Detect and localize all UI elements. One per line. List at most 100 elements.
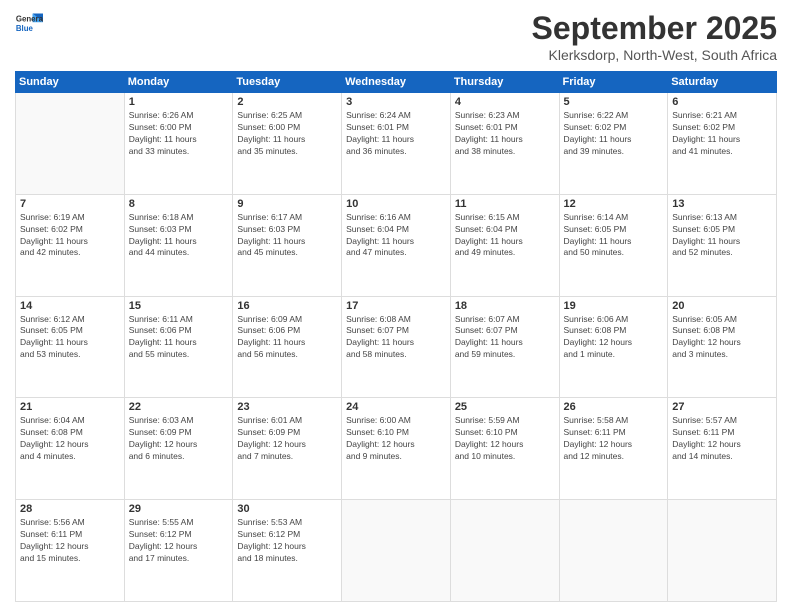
- calendar-cell: 1 Sunrise: 6:26 AMSunset: 6:00 PMDaylight…: [124, 93, 233, 195]
- calendar-cell: [559, 500, 668, 602]
- day-info: Sunrise: 5:53 AMSunset: 6:12 PMDaylight:…: [237, 517, 337, 565]
- header-monday: Monday: [124, 72, 233, 93]
- day-number: 4: [455, 96, 555, 108]
- day-info: Sunrise: 6:15 AMSunset: 6:04 PMDaylight:…: [455, 212, 555, 260]
- calendar-cell: [342, 500, 451, 602]
- day-number: 23: [237, 401, 337, 413]
- day-number: 2: [237, 96, 337, 108]
- day-number: 15: [129, 300, 229, 312]
- day-number: 17: [346, 300, 446, 312]
- logo-icon: General Blue: [15, 10, 43, 38]
- day-info: Sunrise: 6:24 AMSunset: 6:01 PMDaylight:…: [346, 110, 446, 158]
- calendar-cell: 24 Sunrise: 6:00 AMSunset: 6:10 PMDayligh…: [342, 398, 451, 500]
- day-info: Sunrise: 6:18 AMSunset: 6:03 PMDaylight:…: [129, 212, 229, 260]
- month-title: September 2025: [532, 10, 777, 47]
- calendar-cell: 11 Sunrise: 6:15 AMSunset: 6:04 PMDayligh…: [450, 194, 559, 296]
- day-number: 7: [20, 198, 120, 210]
- subtitle: Klerksdorp, North-West, South Africa: [532, 47, 777, 63]
- day-info: Sunrise: 6:11 AMSunset: 6:06 PMDaylight:…: [129, 314, 229, 362]
- calendar-cell: 4Sunrise: 6:23 AMSunset: 6:01 PMDaylight…: [450, 93, 559, 195]
- day-info: Sunrise: 6:04 AMSunset: 6:08 PMDaylight:…: [20, 415, 120, 463]
- day-number: 3: [346, 96, 446, 108]
- day-info: Sunrise: 6:26 AMSunset: 6:00 PMDaylight:…: [129, 110, 229, 158]
- calendar-cell: 19Sunrise: 6:06 AMSunset: 6:08 PMDayligh…: [559, 296, 668, 398]
- day-number: 13: [672, 198, 772, 210]
- day-number: 24: [346, 401, 446, 413]
- calendar-cell: 13 Sunrise: 6:13 AMSunset: 6:05 PMDayligh…: [668, 194, 777, 296]
- calendar-cell: 2 Sunrise: 6:25 AMSunset: 6:00 PMDaylight…: [233, 93, 342, 195]
- day-number: 29: [129, 503, 229, 515]
- day-number: 16: [237, 300, 337, 312]
- calendar-cell: [668, 500, 777, 602]
- calendar-cell: 27 Sunrise: 5:57 AMSunset: 6:11 PMDayligh…: [668, 398, 777, 500]
- day-number: 20: [672, 300, 772, 312]
- header-tuesday: Tuesday: [233, 72, 342, 93]
- calendar-cell: 25 Sunrise: 5:59 AMSunset: 6:10 PMDayligh…: [450, 398, 559, 500]
- calendar-cell: 10Sunrise: 6:16 AMSunset: 6:04 PMDayligh…: [342, 194, 451, 296]
- header-row: Sunday Monday Tuesday Wednesday Thursday…: [16, 72, 777, 93]
- day-number: 6: [672, 96, 772, 108]
- day-number: 10: [346, 198, 446, 210]
- day-info: Sunrise: 5:57 AMSunset: 6:11 PMDaylight:…: [672, 415, 772, 463]
- day-number: 18: [455, 300, 555, 312]
- day-info: Sunrise: 6:00 AMSunset: 6:10 PMDaylight:…: [346, 415, 446, 463]
- day-info: Sunrise: 6:12 AMSunset: 6:05 PMDaylight:…: [20, 314, 120, 362]
- calendar-cell: [450, 500, 559, 602]
- svg-text:General: General: [16, 14, 43, 23]
- calendar-table: Sunday Monday Tuesday Wednesday Thursday…: [15, 71, 777, 602]
- calendar-cell: [16, 93, 125, 195]
- day-info: Sunrise: 5:59 AMSunset: 6:10 PMDaylight:…: [455, 415, 555, 463]
- calendar-week-1: 1 Sunrise: 6:26 AMSunset: 6:00 PMDaylight…: [16, 93, 777, 195]
- day-info: Sunrise: 6:14 AMSunset: 6:05 PMDaylight:…: [564, 212, 664, 260]
- calendar-cell: 16 Sunrise: 6:09 AMSunset: 6:06 PMDayligh…: [233, 296, 342, 398]
- day-info: Sunrise: 6:21 AMSunset: 6:02 PMDaylight:…: [672, 110, 772, 158]
- day-info: Sunrise: 6:17 AMSunset: 6:03 PMDaylight:…: [237, 212, 337, 260]
- day-info: Sunrise: 6:19 AMSunset: 6:02 PMDaylight:…: [20, 212, 120, 260]
- calendar-cell: 15 Sunrise: 6:11 AMSunset: 6:06 PMDayligh…: [124, 296, 233, 398]
- page: General Blue September 2025 Klerksdorp, …: [0, 0, 792, 612]
- day-info: Sunrise: 6:01 AMSunset: 6:09 PMDaylight:…: [237, 415, 337, 463]
- header: General Blue September 2025 Klerksdorp, …: [15, 10, 777, 63]
- day-info: Sunrise: 6:13 AMSunset: 6:05 PMDaylight:…: [672, 212, 772, 260]
- calendar-cell: 18 Sunrise: 6:07 AMSunset: 6:07 PMDayligh…: [450, 296, 559, 398]
- calendar-cell: 12Sunrise: 6:14 AMSunset: 6:05 PMDayligh…: [559, 194, 668, 296]
- calendar-week-3: 14Sunrise: 6:12 AMSunset: 6:05 PMDayligh…: [16, 296, 777, 398]
- calendar-week-4: 21 Sunrise: 6:04 AMSunset: 6:08 PMDayligh…: [16, 398, 777, 500]
- header-wednesday: Wednesday: [342, 72, 451, 93]
- calendar-cell: 7 Sunrise: 6:19 AMSunset: 6:02 PMDaylight…: [16, 194, 125, 296]
- calendar-cell: 22 Sunrise: 6:03 AMSunset: 6:09 PMDayligh…: [124, 398, 233, 500]
- day-info: Sunrise: 5:56 AMSunset: 6:11 PMDaylight:…: [20, 517, 120, 565]
- calendar-cell: 8 Sunrise: 6:18 AMSunset: 6:03 PMDaylight…: [124, 194, 233, 296]
- day-info: Sunrise: 6:22 AMSunset: 6:02 PMDaylight:…: [564, 110, 664, 158]
- calendar-cell: 30 Sunrise: 5:53 AMSunset: 6:12 PMDayligh…: [233, 500, 342, 602]
- day-number: 8: [129, 198, 229, 210]
- day-number: 22: [129, 401, 229, 413]
- day-number: 21: [20, 401, 120, 413]
- calendar-cell: 6 Sunrise: 6:21 AMSunset: 6:02 PMDaylight…: [668, 93, 777, 195]
- header-saturday: Saturday: [668, 72, 777, 93]
- day-number: 9: [237, 198, 337, 210]
- day-info: Sunrise: 6:25 AMSunset: 6:00 PMDaylight:…: [237, 110, 337, 158]
- day-info: Sunrise: 6:07 AMSunset: 6:07 PMDaylight:…: [455, 314, 555, 362]
- title-section: September 2025 Klerksdorp, North-West, S…: [532, 10, 777, 63]
- day-info: Sunrise: 5:55 AMSunset: 6:12 PMDaylight:…: [129, 517, 229, 565]
- day-info: Sunrise: 6:09 AMSunset: 6:06 PMDaylight:…: [237, 314, 337, 362]
- calendar-cell: 5Sunrise: 6:22 AMSunset: 6:02 PMDaylight…: [559, 93, 668, 195]
- day-number: 30: [237, 503, 337, 515]
- day-info: Sunrise: 6:03 AMSunset: 6:09 PMDaylight:…: [129, 415, 229, 463]
- day-number: 1: [129, 96, 229, 108]
- day-number: 11: [455, 198, 555, 210]
- day-number: 26: [564, 401, 664, 413]
- calendar-week-5: 28 Sunrise: 5:56 AMSunset: 6:11 PMDayligh…: [16, 500, 777, 602]
- header-thursday: Thursday: [450, 72, 559, 93]
- calendar-cell: 14Sunrise: 6:12 AMSunset: 6:05 PMDayligh…: [16, 296, 125, 398]
- calendar-cell: 17 Sunrise: 6:08 AMSunset: 6:07 PMDayligh…: [342, 296, 451, 398]
- day-number: 25: [455, 401, 555, 413]
- header-friday: Friday: [559, 72, 668, 93]
- day-info: Sunrise: 6:08 AMSunset: 6:07 PMDaylight:…: [346, 314, 446, 362]
- day-number: 28: [20, 503, 120, 515]
- day-info: Sunrise: 6:06 AMSunset: 6:08 PMDaylight:…: [564, 314, 664, 362]
- logo: General Blue: [15, 10, 43, 38]
- svg-text:Blue: Blue: [16, 24, 34, 33]
- day-number: 27: [672, 401, 772, 413]
